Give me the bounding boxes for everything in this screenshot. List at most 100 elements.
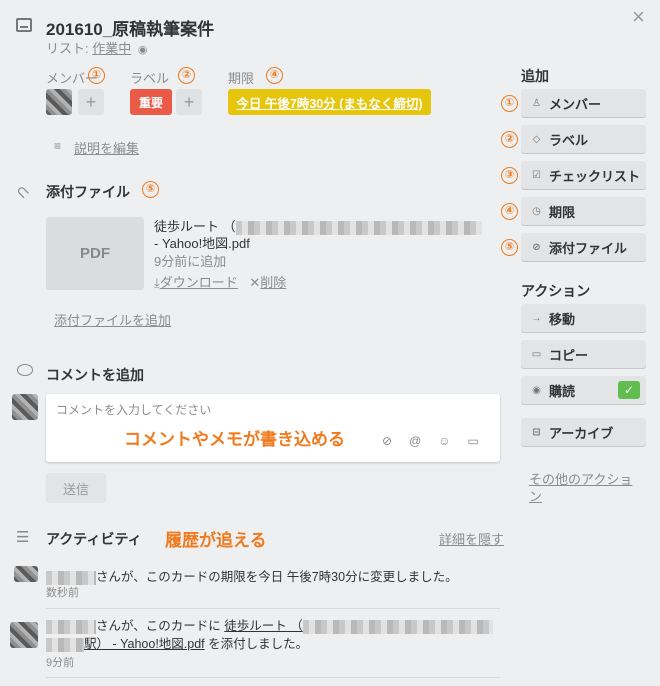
subscribe-button-label: 購読 (549, 383, 576, 399)
close-icon[interactable]: × (632, 4, 645, 30)
labels-label: ラベル (130, 71, 170, 86)
activity-item-1: さんが、このカードの期限を今日 午後7時30分に変更しました。 (46, 566, 458, 585)
download-link[interactable]: ダウンロード (160, 275, 238, 290)
comment-tools: ⊘@☺▭ (382, 434, 496, 448)
comment-icon (17, 364, 33, 376)
attachment-filename[interactable]: 徒歩ルート （ - Yahoo!地図.pdf (154, 218, 494, 252)
paperclip-icon: ⊂ (11, 181, 34, 204)
activity-divider-2 (46, 677, 500, 678)
checklist-button-label: チェックリスト (549, 168, 641, 184)
attachment-added: 9分前に追加 (154, 254, 227, 269)
tag-icon: ◇ (532, 133, 541, 145)
card-icon: ▭ (531, 348, 542, 360)
check-icon: ✓ (618, 381, 640, 399)
annotation-5: ⑤ (142, 181, 159, 198)
activity-time-1: 数秒前 (46, 587, 79, 599)
annotation-side-3: ③ (501, 167, 518, 184)
comment-annotation: コメントやメモが書き込める (124, 430, 345, 449)
attachment-button-label: 添付ファイル (549, 240, 628, 256)
copy-button-label: コピー (549, 347, 589, 363)
annotation-1: ① (88, 67, 105, 84)
activity-annotation: 履歴が追える (165, 531, 267, 550)
description-icon: ≡ (54, 139, 62, 153)
add-heading: 追加 (521, 68, 549, 84)
archive-icon: ⊟ (532, 426, 541, 438)
card-icon (16, 18, 32, 32)
members-button[interactable]: ♙ メンバー (521, 89, 646, 117)
activity-item-2: さんが、このカードに 徒歩ルート （ 駅） - Yahoo!地図.pdf を添付し… (46, 617, 502, 653)
card-title[interactable]: 201610_原稿執筆案件 (46, 15, 214, 40)
file-name-suffix: - Yahoo!地図.pdf (154, 236, 250, 251)
attachments-heading: 添付ファイル (46, 184, 130, 200)
activity-text-2b: を添付しました。 (204, 637, 309, 651)
due-badge[interactable]: 今日 午後7時30分 (まもなく締切) (228, 89, 431, 115)
activity-time-2: 9分前 (46, 657, 75, 669)
activity-avatar-1 (14, 566, 38, 582)
checklist-button[interactable]: ☑ チェックリスト (521, 161, 646, 189)
attachment-actions: ⤓ダウンロード ✕削除 (154, 272, 286, 291)
blurred-name-2 (46, 619, 96, 634)
annotation-side-1: ① (501, 95, 518, 112)
blurred-name-1 (46, 570, 96, 585)
activity-link-b: 駅） - Yahoo!地図.pdf (84, 637, 205, 651)
labels-button[interactable]: ◇ ラベル (521, 125, 646, 153)
edit-description-link[interactable]: 説明を編集 (74, 138, 139, 157)
annotation-4: ④ (266, 67, 283, 84)
label-tag[interactable]: 重要 (130, 89, 172, 115)
subscribe-button[interactable]: ◉ 購読 ✓ (521, 376, 646, 404)
annotation-side-4: ④ (501, 203, 518, 220)
copy-button[interactable]: ▭ コピー (521, 340, 646, 368)
delete-link[interactable]: 削除 (260, 275, 286, 290)
list-link[interactable]: 作業中 (92, 41, 131, 56)
actions-heading: アクション (521, 283, 591, 299)
annotation-side-5: ⑤ (501, 239, 518, 256)
comment-input[interactable]: コメントを入力してください コメントやメモが書き込める ⊘@☺▭ (46, 394, 500, 462)
attachment-button[interactable]: ⊘ 添付ファイル (521, 233, 646, 261)
activity-heading: アクティビティ (46, 531, 142, 547)
blurred-link-2c (46, 637, 84, 652)
card-link-icon[interactable]: ▭ (468, 434, 496, 448)
attach-icon[interactable]: ⊘ (382, 434, 409, 448)
add-attachment-link[interactable]: 添付ファイルを追加 (54, 310, 171, 329)
members-button-label: メンバー (549, 96, 602, 112)
activity-divider (46, 608, 500, 609)
clock-icon: ◷ (532, 205, 541, 217)
list-info: リスト: 作業中 ◉ (46, 38, 147, 57)
activity-avatar-2 (10, 622, 38, 648)
pdf-thumbnail[interactable]: PDF (46, 217, 144, 290)
delete-icon: ✕ (249, 275, 261, 290)
hide-details-link[interactable]: 詳細を隠す (439, 529, 504, 548)
eye-icon: ◉ (532, 384, 541, 396)
activity-link-a: 徒歩ルート （ (224, 619, 303, 633)
eye-icon: ◉ (137, 44, 148, 56)
annotation-side-2: ② (501, 131, 518, 148)
comment-heading: コメントを追加 (46, 367, 144, 383)
list-prefix: リスト: (46, 41, 93, 56)
paperclip-icon: ⊘ (532, 241, 541, 253)
emoji-icon[interactable]: ☺ (438, 434, 467, 448)
archive-button[interactable]: ⊟ アーカイブ (521, 418, 646, 446)
due-date-button[interactable]: ◷ 期限 (521, 197, 646, 225)
move-button-label: 移動 (549, 311, 576, 327)
send-button[interactable]: 送信 (46, 473, 106, 503)
add-label-button[interactable]: + (176, 89, 202, 115)
blurred-link-2b (302, 619, 493, 634)
more-actions-link[interactable]: その他のアクション (529, 471, 639, 505)
blurred-text (235, 220, 482, 235)
labels-button-label: ラベル (549, 132, 589, 148)
mention-icon[interactable]: @ (409, 434, 438, 448)
person-icon: ♙ (532, 97, 541, 109)
file-name-prefix: 徒歩ルート （ (154, 219, 236, 234)
due-label: 期限 (228, 71, 255, 86)
arrow-right-icon: → (531, 312, 542, 324)
checkbox-icon: ☑ (532, 169, 541, 181)
activity-text-1: さんが、このカードの期限を今日 午後7時30分に変更しました。 (96, 570, 458, 584)
due-button-label: 期限 (549, 204, 576, 220)
pdf-thumb-text: PDF (80, 245, 110, 262)
activity-icon: ☰ (16, 529, 30, 546)
move-button[interactable]: → 移動 (521, 304, 646, 332)
annotation-2: ② (178, 67, 195, 84)
add-member-button[interactable]: + (78, 89, 104, 115)
member-avatar[interactable] (46, 89, 72, 115)
archive-button-label: アーカイブ (549, 425, 614, 441)
